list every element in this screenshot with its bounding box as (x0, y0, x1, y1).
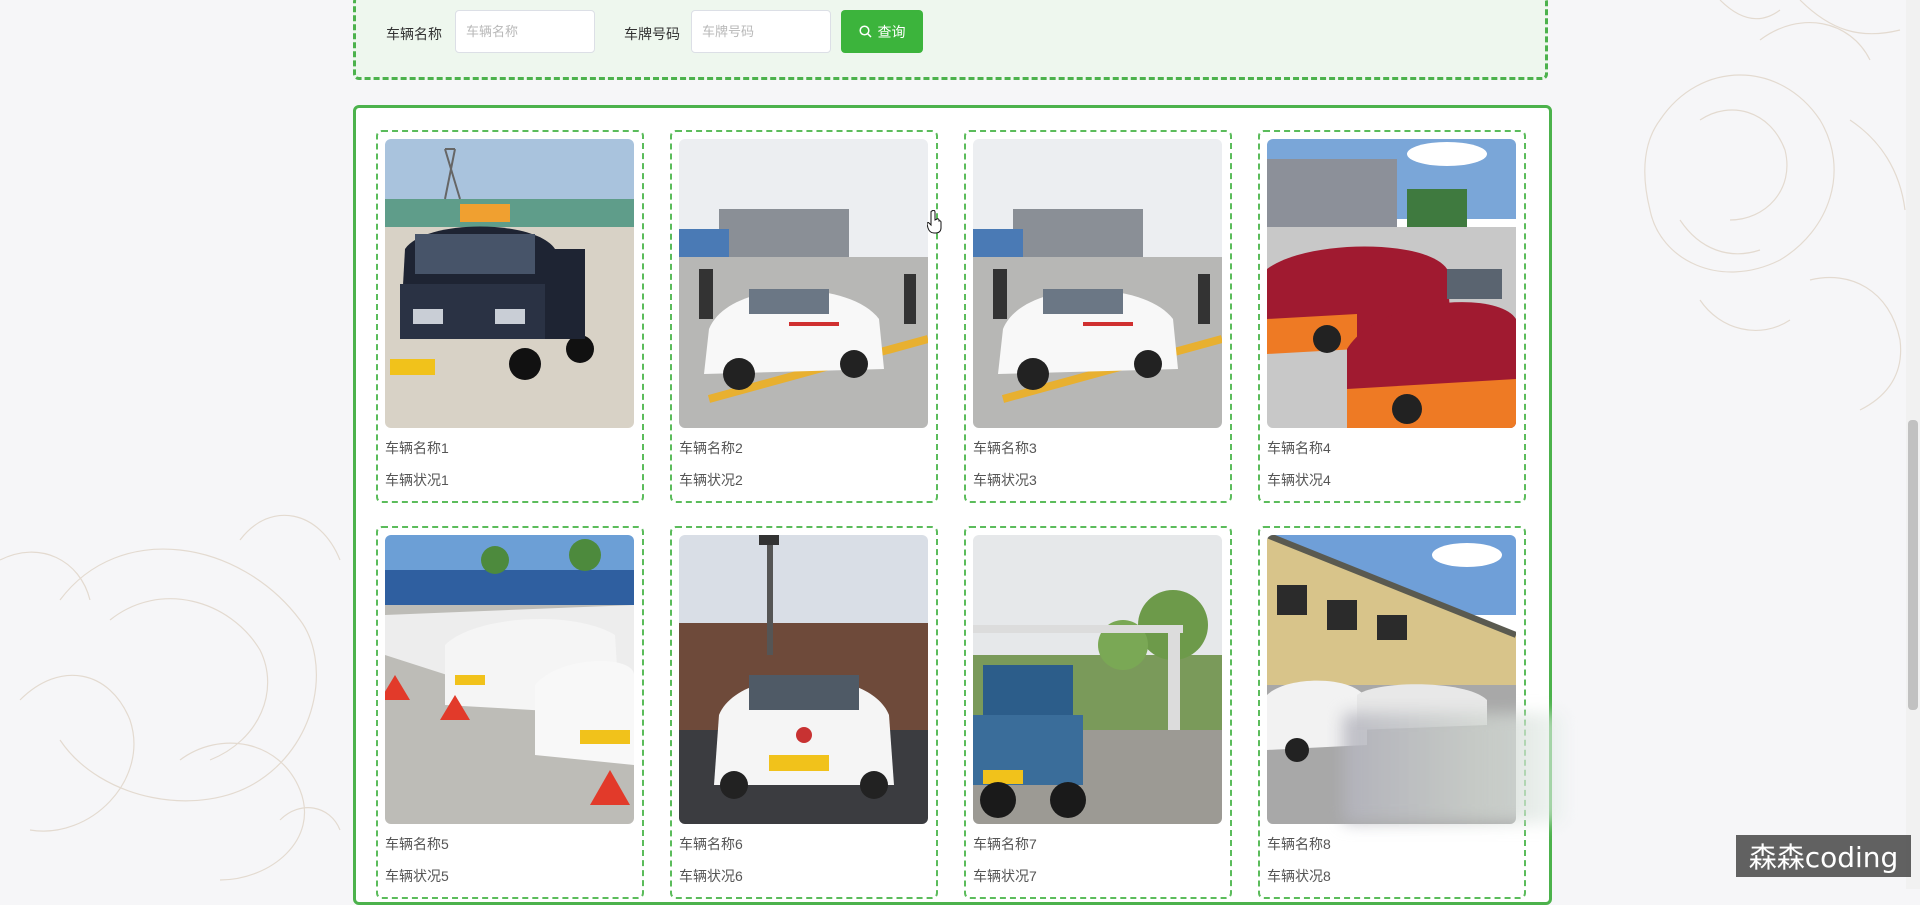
vehicle-card[interactable]: 车辆名称5 车辆状况5 (376, 526, 644, 899)
vehicle-status: 车辆状况7 (973, 868, 1037, 884)
vehicle-status: 车辆状况4 (1267, 472, 1331, 488)
page-scrollbar[interactable] (1906, 0, 1920, 889)
vehicle-name-label: 车辆名称 (386, 26, 442, 42)
vehicle-name-input[interactable] (455, 10, 595, 53)
vehicle-name: 车辆名称3 (973, 440, 1037, 456)
vehicle-photo[interactable] (1267, 139, 1516, 428)
vehicle-photo[interactable] (385, 139, 634, 428)
vehicle-status: 车辆状况1 (385, 472, 449, 488)
blurred-overlay (1343, 713, 1563, 823)
vehicle-name: 车辆名称4 (1267, 440, 1331, 456)
vehicle-status: 车辆状况6 (679, 868, 743, 884)
vehicle-name: 车辆名称5 (385, 836, 449, 852)
scrollbar-thumb[interactable] (1908, 420, 1918, 710)
vehicle-name: 车辆名称8 (1267, 836, 1331, 852)
search-panel: 车辆名称 车牌号码 查询 (353, 0, 1548, 80)
vehicle-photo[interactable] (973, 535, 1222, 824)
vehicle-card[interactable]: 车辆名称3 车辆状况3 (964, 130, 1232, 503)
vehicle-name: 车辆名称2 (679, 440, 743, 456)
plate-number-input[interactable] (691, 10, 831, 53)
vehicle-card[interactable]: 车辆名称6 车辆状况6 (670, 526, 938, 899)
vehicle-status: 车辆状况2 (679, 472, 743, 488)
plate-number-label: 车牌号码 (624, 26, 680, 42)
hand-cursor-icon (927, 210, 942, 234)
vehicle-photo[interactable] (679, 139, 928, 428)
query-button-label: 查询 (877, 23, 906, 40)
vehicle-card[interactable]: 车辆名称7 车辆状况7 (964, 526, 1232, 899)
vehicle-card[interactable]: 车辆名称4 车辆状况4 (1258, 130, 1526, 503)
vehicle-name: 车辆名称6 (679, 836, 743, 852)
vehicle-photo[interactable] (973, 139, 1222, 428)
vehicle-photo[interactable] (385, 535, 634, 824)
vehicle-status: 车辆状况8 (1267, 868, 1331, 884)
vehicle-status: 车辆状况5 (385, 868, 449, 884)
vehicle-name: 车辆名称7 (973, 836, 1037, 852)
vehicle-card[interactable]: 车辆名称2 车辆状况2 (670, 130, 938, 503)
search-icon (858, 25, 872, 38)
vehicle-name: 车辆名称1 (385, 440, 449, 456)
vehicle-status: 车辆状况3 (973, 472, 1037, 488)
vehicle-photo[interactable] (679, 535, 928, 824)
query-button[interactable]: 查询 (841, 10, 923, 53)
vehicle-card[interactable]: 车辆名称1 车辆状况1 (376, 130, 644, 503)
watermark: 森森coding (1736, 835, 1911, 877)
